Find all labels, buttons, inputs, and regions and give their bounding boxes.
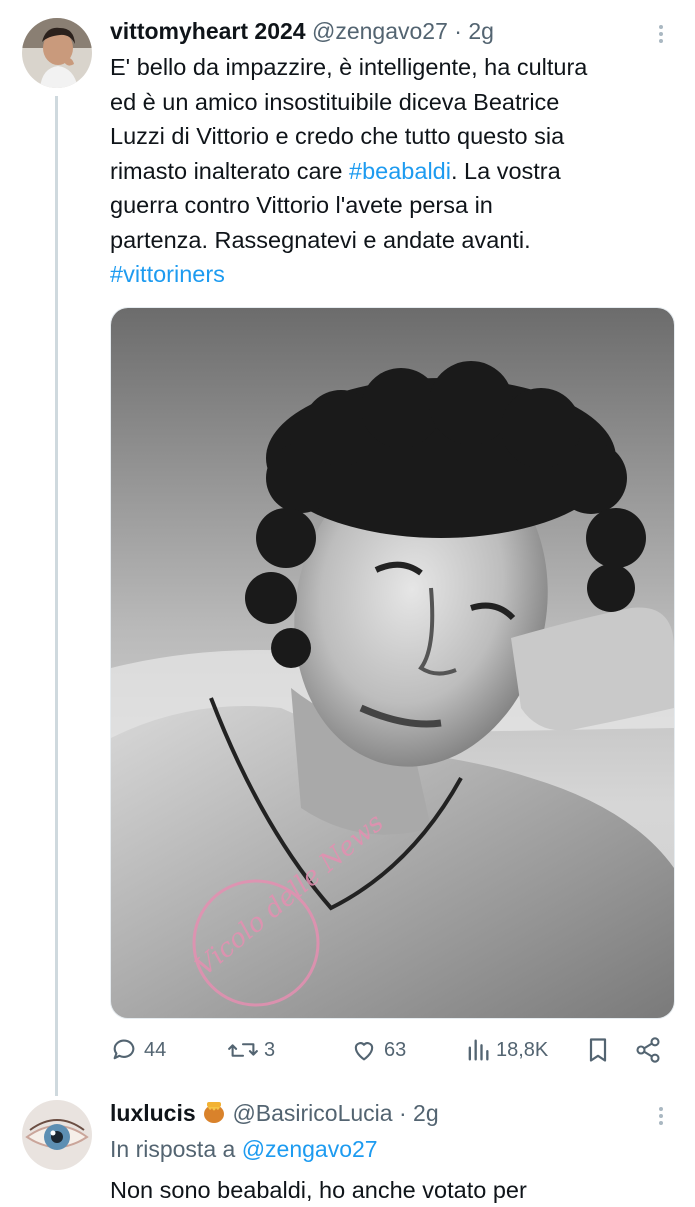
tweet-text-segment: . La vostra xyxy=(450,157,561,184)
author-handle[interactable]: @zengavo27 xyxy=(312,18,448,44)
reply-count: 44 xyxy=(144,1038,167,1061)
tweet-actions: 44 3 63 18,8K xyxy=(110,1032,670,1068)
tweet-text-segment: rimasto inalterato care xyxy=(110,157,350,184)
reply-tweet-header: luxlucis @BasiricoLucia · 2g xyxy=(110,1098,439,1131)
like-count: 63 xyxy=(384,1038,407,1061)
retweet-count: 3 xyxy=(264,1038,276,1061)
separator-dot: · xyxy=(454,18,462,44)
honey-pot-icon xyxy=(202,1098,226,1131)
hashtag-link[interactable]: #beabaldi xyxy=(349,158,451,184)
photo-image: Vicolo delle News xyxy=(111,308,674,1018)
reply-icon xyxy=(113,1039,135,1060)
tweet-text: E' bello da impazzire, è intelligente, h… xyxy=(110,50,670,292)
reply-tweet-text: Non sono beabaldi, ho anche votato per xyxy=(110,1177,527,1203)
more-options-icon[interactable] xyxy=(657,22,665,46)
reply-author-name[interactable]: luxlucis xyxy=(110,1100,196,1126)
tweet-time[interactable]: 2g xyxy=(468,18,494,44)
tweet-text-line: #vittoriners xyxy=(110,257,670,292)
views-count: 18,8K xyxy=(496,1038,549,1061)
reply-button[interactable]: 44 xyxy=(110,1032,166,1068)
thread-line xyxy=(55,96,58,1096)
author-avatar[interactable] xyxy=(22,18,92,88)
reply-author-handle[interactable]: @BasiricoLucia xyxy=(232,1100,392,1126)
in-reply-to: In risposta a @zengavo27 xyxy=(110,1134,378,1164)
tweet-header: vittomyheart 2024 @zengavo27 · 2g xyxy=(110,16,494,46)
reply-author-avatar[interactable] xyxy=(22,1100,92,1170)
tweet-text-line: E' bello da impazzire, è intelligente, h… xyxy=(110,54,588,80)
tweet-photo[interactable]: Vicolo delle News xyxy=(110,307,675,1019)
avatar-photo xyxy=(22,18,92,88)
share-button[interactable] xyxy=(634,1032,662,1068)
like-button[interactable]: 63 xyxy=(350,1032,406,1068)
author-name[interactable]: vittomyheart 2024 xyxy=(110,18,306,44)
retweet-button[interactable]: 3 xyxy=(228,1032,275,1068)
views-button[interactable]: 18,8K xyxy=(466,1032,548,1068)
tweet-text-line: rimasto inalterato care #beabaldi. La vo… xyxy=(110,154,670,189)
reply-tweet-time[interactable]: 2g xyxy=(413,1100,439,1126)
more-options-icon[interactable] xyxy=(657,1104,665,1128)
tweet-text-line: Luzzi di Vittorio e credo che tutto ques… xyxy=(110,123,565,149)
share-icon xyxy=(636,1037,660,1063)
in-reply-prefix: In risposta a xyxy=(110,1136,242,1162)
eye-avatar-photo xyxy=(22,1100,92,1170)
tweet-text-line: partenza. Rassegnatevi e andate avanti. xyxy=(110,226,531,253)
retweet-icon xyxy=(228,1043,258,1057)
views-icon xyxy=(468,1039,489,1061)
heart-icon xyxy=(354,1042,374,1061)
bookmark-button[interactable] xyxy=(586,1032,610,1068)
hashtag-link[interactable]: #vittoriners xyxy=(110,261,225,287)
tweet-text-line: ed è un amico insostituibile diceva Beat… xyxy=(110,88,560,115)
bookmark-icon xyxy=(589,1038,607,1062)
tweet-text-line: guerra contro Vittorio l'avete persa in xyxy=(110,192,493,218)
mention-link[interactable]: @zengavo27 xyxy=(242,1136,378,1162)
separator-dot: · xyxy=(398,1100,407,1126)
